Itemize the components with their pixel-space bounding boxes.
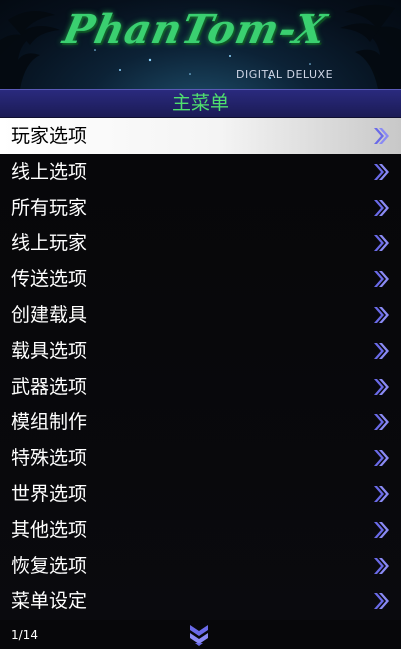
menu-item[interactable]: 玩家选项 xyxy=(0,118,401,154)
chevron-right-icon xyxy=(374,414,389,431)
menu-item[interactable]: 菜单设定 xyxy=(0,583,401,619)
menu-item[interactable]: 模组制作 xyxy=(0,404,401,440)
chevron-right-icon xyxy=(374,199,389,216)
menu-item-label: 线上玩家 xyxy=(11,232,88,255)
menu-item-label: 传送选项 xyxy=(11,268,88,291)
menu-item-label: 特殊选项 xyxy=(11,447,88,470)
header-banner: PhanTom-X DIGITAL DELUXE xyxy=(0,0,401,89)
chevron-down-icon[interactable] xyxy=(186,622,212,648)
menu-item[interactable]: 特殊选项 xyxy=(0,440,401,476)
menu-footer: 1/14 xyxy=(0,620,401,649)
chevron-right-icon xyxy=(374,128,389,144)
chevron-right-icon xyxy=(374,521,389,538)
menu-item-label: 模组制作 xyxy=(11,411,88,434)
chevron-right-icon xyxy=(374,378,389,395)
menu-item-label: 玩家选项 xyxy=(11,125,88,147)
menu-item-label: 武器选项 xyxy=(11,375,88,398)
menu-item[interactable]: 载具选项 xyxy=(0,333,401,369)
menu-title: 主菜单 xyxy=(0,89,401,118)
logo-subtitle: DIGITAL DELUXE xyxy=(236,68,334,81)
menu-item-label: 线上选项 xyxy=(11,160,88,183)
chevron-right-icon xyxy=(374,306,389,323)
chevron-right-icon xyxy=(374,557,389,574)
chevron-right-icon xyxy=(374,485,389,502)
menu-item-label: 恢复选项 xyxy=(11,554,88,577)
menu-item[interactable]: 线上选项 xyxy=(0,154,401,190)
chevron-right-icon xyxy=(374,593,389,610)
menu-item[interactable]: 线上玩家 xyxy=(0,225,401,261)
menu-item-label: 菜单设定 xyxy=(11,590,88,613)
menu-item[interactable]: 其他选项 xyxy=(0,512,401,548)
menu-item-label: 所有玩家 xyxy=(11,196,88,219)
chevron-right-icon xyxy=(374,163,389,180)
menu-item[interactable]: 传送选项 xyxy=(0,261,401,297)
menu-item[interactable]: 武器选项 xyxy=(0,369,401,405)
menu-item[interactable]: 世界选项 xyxy=(0,476,401,512)
menu-item-label: 创建载具 xyxy=(11,303,88,326)
menu-item[interactable]: 创建载具 xyxy=(0,297,401,333)
menu-item-label: 载具选项 xyxy=(11,339,88,362)
item-counter: 1/14 xyxy=(11,628,38,642)
menu-list: 玩家选项 线上选项 所有玩家 线上玩家 传送选项 创建载具 载具选项 武器选项 … xyxy=(0,118,401,619)
mod-menu: PhanTom-X DIGITAL DELUXE 主菜单 玩家选项 线上选项 所… xyxy=(0,0,401,649)
menu-item-label: 其他选项 xyxy=(11,518,88,541)
menu-item-label: 世界选项 xyxy=(11,482,88,505)
chevron-right-icon xyxy=(374,342,389,359)
chevron-right-icon xyxy=(374,271,389,288)
menu-item[interactable]: 所有玩家 xyxy=(0,190,401,226)
menu-item[interactable]: 恢复选项 xyxy=(0,548,401,584)
chevron-right-icon xyxy=(374,235,389,252)
chevron-right-icon xyxy=(374,450,389,467)
logo-text: PhanTom-X xyxy=(59,6,332,53)
